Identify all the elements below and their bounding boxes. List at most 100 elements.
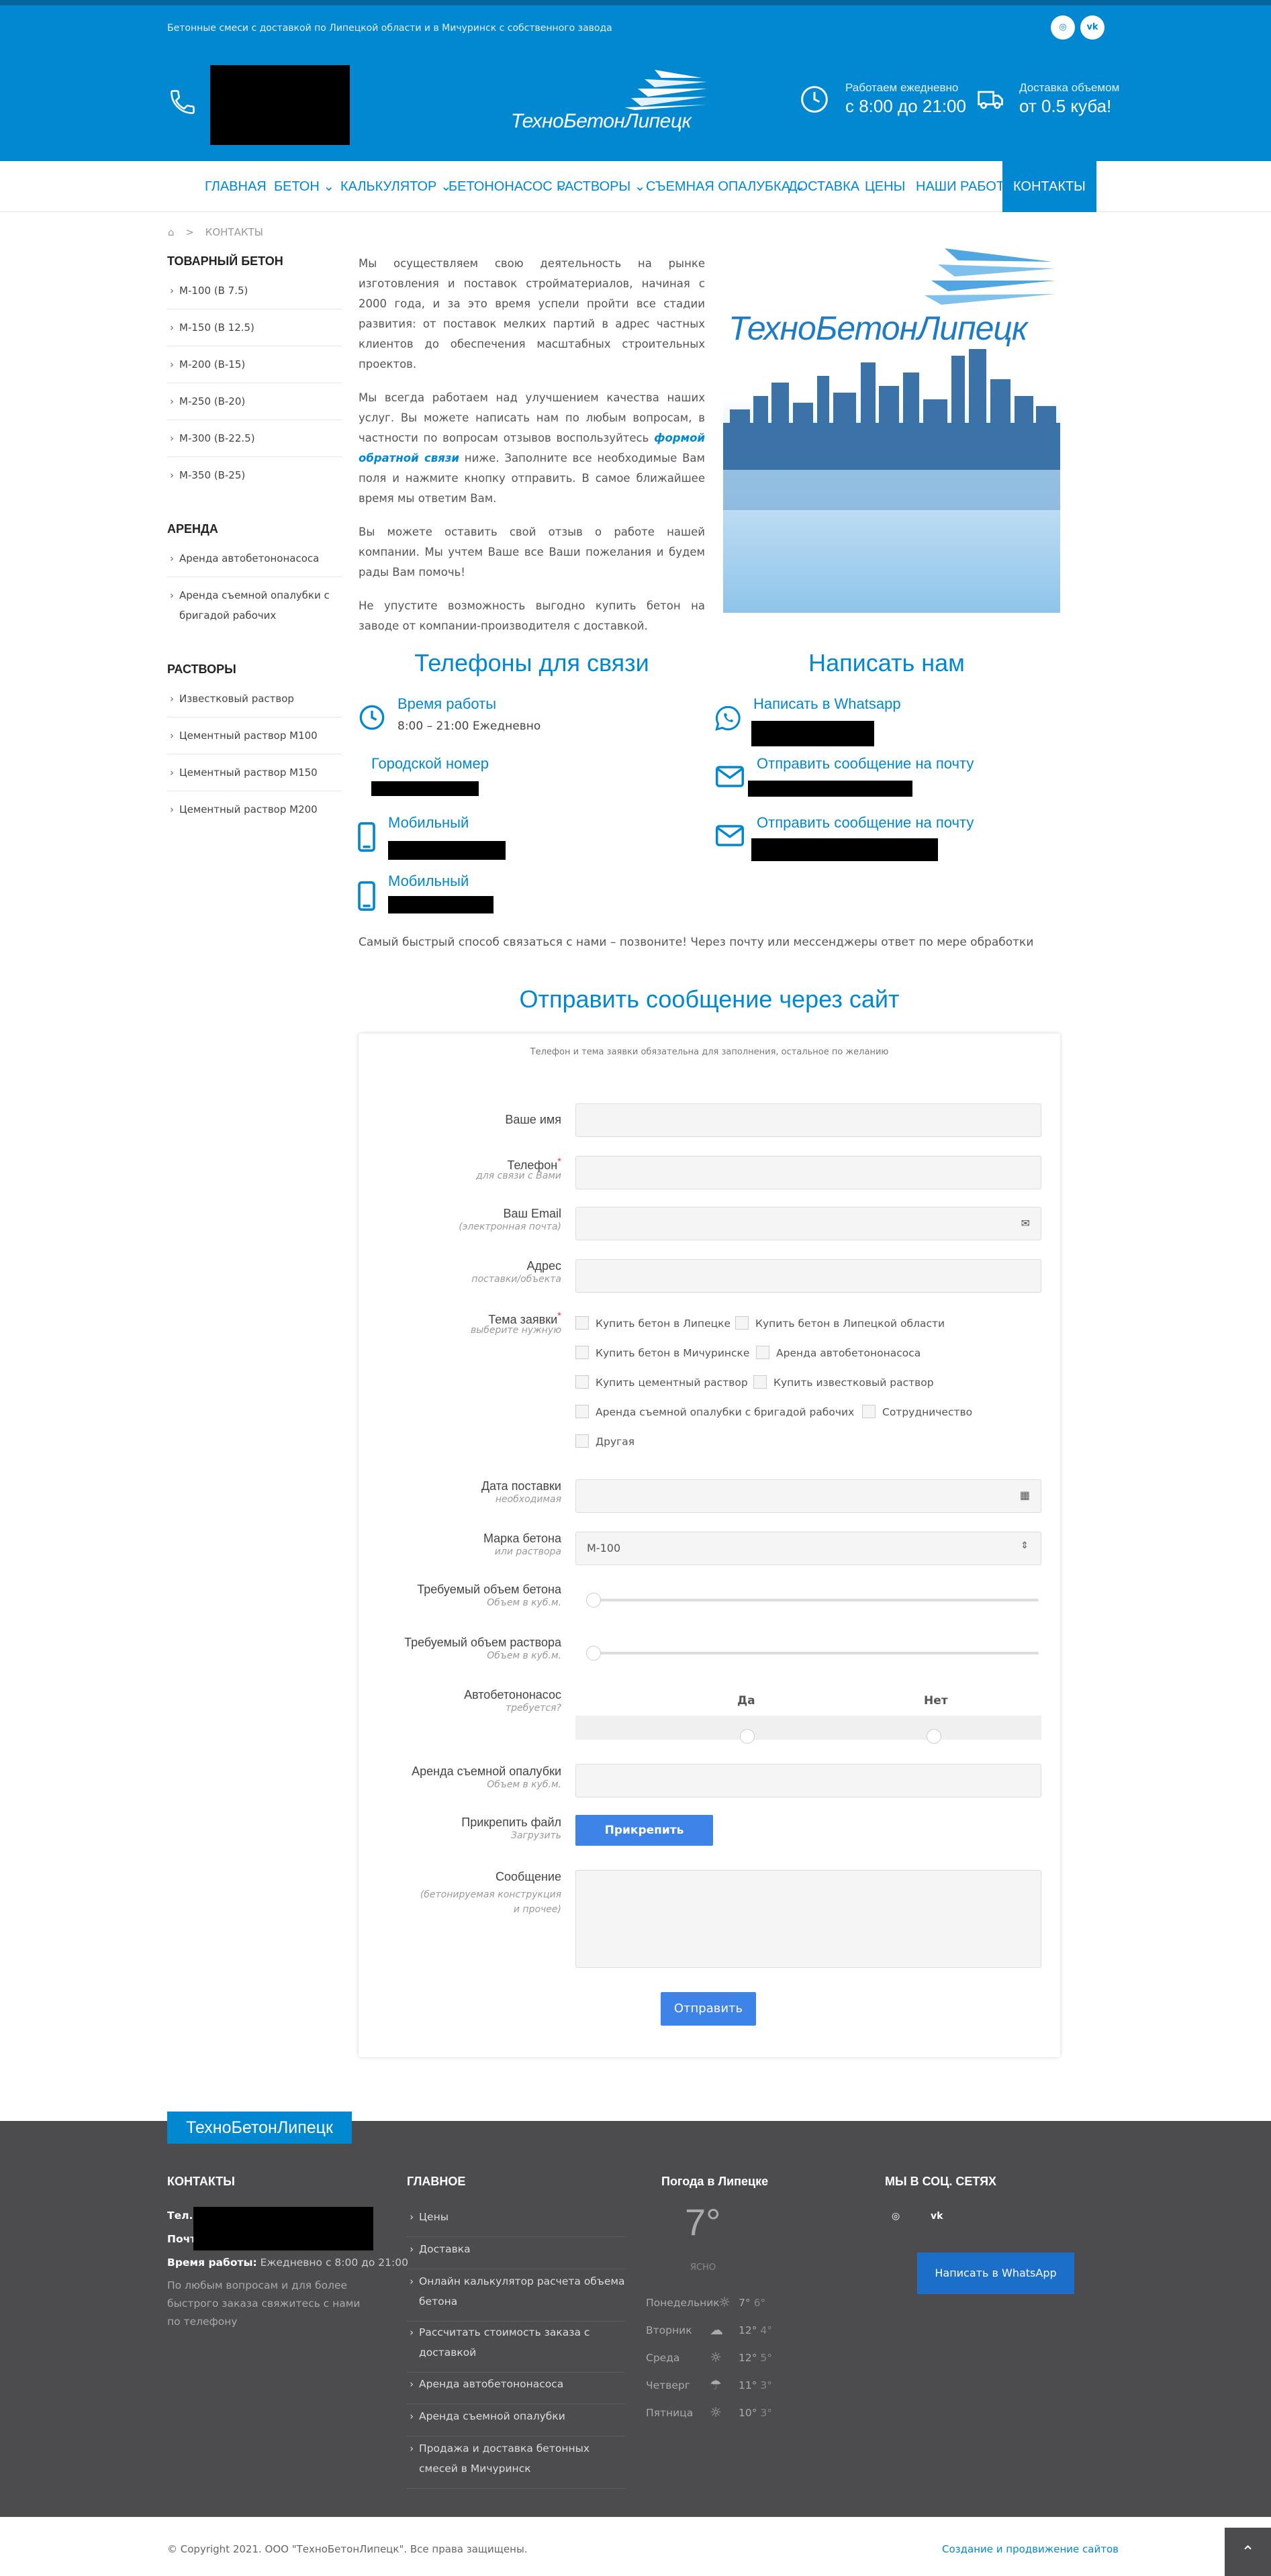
attach-file-button[interactable]: Прикрепить <box>575 1815 713 1846</box>
footer-link[interactable]: Аренда автобетононасоса <box>407 2367 625 2404</box>
topic-checkbox[interactable]: Купить известковый раствор <box>753 1375 934 1389</box>
topic-checkbox[interactable]: Купить цементный раствор <box>575 1375 748 1389</box>
contact-form: Телефон и тема заявки обязательна для за… <box>359 1034 1060 2057</box>
footer-link[interactable]: Рассчитать стоимость заказа с доставкой <box>407 2316 625 2373</box>
instagram-icon[interactable]: ◎ <box>892 2211 900 2222</box>
rain-icon: ☂ <box>710 2377 722 2393</box>
vol-mortar-sublabel: Объем в куб.м. <box>487 1650 561 1661</box>
footer-link[interactable]: Цены <box>407 2200 625 2237</box>
chevron-down-icon: ⌄ <box>634 179 646 194</box>
instagram-icon[interactable]: ◎ <box>1051 15 1075 40</box>
footer-tel-label: Тел.: <box>167 2210 197 2222</box>
delivery-value: от 0.5 куба! <box>1019 96 1112 116</box>
mail-link[interactable]: Отправить сообщение на почту <box>757 755 974 773</box>
skyline-illustration <box>723 248 1060 510</box>
nav-prices[interactable]: ЦЕНЫ <box>865 161 905 212</box>
file-label: Прикрепить файл <box>461 1816 561 1829</box>
developer-link[interactable]: Создание и продвижение сайтов <box>942 2543 1119 2555</box>
date-input[interactable]: ▦ <box>575 1479 1041 1513</box>
sidebar-item[interactable]: Известковый раствор <box>167 681 342 717</box>
mobile-icon <box>358 881 375 911</box>
whatsapp-button[interactable]: Написать в WhatsApp <box>917 2252 1074 2294</box>
address-input[interactable] <box>575 1259 1041 1293</box>
mail-link[interactable]: Отправить сообщение на почту <box>757 814 974 832</box>
sidebar-title-rent: АРЕНДА <box>167 522 218 536</box>
sidebar-item[interactable]: М-200 (В-15) <box>167 346 342 383</box>
vol-concrete-slider[interactable] <box>586 1593 1039 1607</box>
redacted-footer-contacts <box>193 2207 373 2250</box>
scroll-top-button[interactable]: ⌃ <box>1225 2528 1271 2576</box>
file-sublabel: Загрузить <box>510 1830 561 1841</box>
nav-delivery[interactable]: ДОСТАВКА <box>788 161 859 212</box>
sidebar-item[interactable]: Цементный раствор М100 <box>167 717 342 754</box>
sidebar-item[interactable]: М-300 (В-22.5) <box>167 420 342 457</box>
sidebar-item[interactable]: Аренда съемной опалубки с бригадой рабоч… <box>167 577 342 634</box>
city-phone-label: Городской номер <box>371 755 489 772</box>
nav-pump[interactable]: БЕТОНОНАСОС ⌄ <box>449 161 567 212</box>
nav-mortars[interactable]: РАСТВОРЫ ⌄ <box>557 161 646 212</box>
redacted-mobile <box>388 841 506 860</box>
footer-logo[interactable]: ТехноБетонЛипецк <box>167 2112 352 2144</box>
whatsapp-link[interactable]: Написать в Whatsapp <box>753 695 901 713</box>
pump-no-label: Нет <box>924 1694 948 1707</box>
footer-link[interactable]: Аренда съемной опалубки <box>407 2399 625 2436</box>
topic-checkbox[interactable]: Купить бетон в Липецкой области <box>735 1316 945 1330</box>
sidebar: ТОВАРНЫЙ БЕТОН М-100 (В 7.5) М-150 (В 12… <box>167 248 342 828</box>
sidebar-item[interactable]: Цементный раствор М200 <box>167 791 342 828</box>
logo-icon <box>624 70 707 110</box>
nav-calculator[interactable]: КАЛЬКУЛЯТОР ⌄ <box>340 161 452 212</box>
weather-day: Понедельник <box>646 2297 720 2309</box>
work-time-value: 8:00 – 21:00 Ежедневно <box>397 720 541 733</box>
sun-icon: ☼ <box>710 2349 722 2365</box>
mobile-label: Мобильный <box>388 873 469 889</box>
sidebar-item[interactable]: М-350 (В-25) <box>167 457 342 493</box>
clock-icon <box>359 705 385 730</box>
submit-button[interactable]: Отправить <box>661 1992 756 2026</box>
name-input[interactable] <box>575 1103 1041 1137</box>
vk-icon[interactable]: vk <box>1080 15 1104 40</box>
topic-checkbox[interactable]: Купить бетон в Липецке <box>575 1316 731 1330</box>
grade-select[interactable]: М-100 ⇕ <box>575 1532 1041 1565</box>
topic-checkbox[interactable]: Аренда съемной опалубки с бригадой рабоч… <box>575 1405 854 1418</box>
weather-temp: 7° 6° <box>739 2297 766 2309</box>
sidebar-item[interactable]: М-100 (В 7.5) <box>167 273 342 309</box>
nav-concrete[interactable]: БЕТОН ⌄ <box>274 161 334 212</box>
topic-checkbox[interactable]: Аренда автобетононасоса <box>756 1346 921 1359</box>
topic-checkbox[interactable]: Купить бетон в Мичуринске <box>575 1346 749 1359</box>
nav-works[interactable]: НАШИ РАБОТЫ <box>916 161 1017 212</box>
nav-contacts[interactable]: КОНТАКТЫ <box>1002 161 1096 212</box>
message-textarea[interactable] <box>575 1870 1041 1968</box>
form-heading: Отправить сообщение через сайт <box>519 985 900 1013</box>
sidebar-item[interactable]: Аренда автобетононасоса <box>167 540 342 577</box>
phone-input[interactable] <box>575 1156 1041 1189</box>
pump-yes-radio[interactable] <box>740 1729 755 1744</box>
cloud-icon: ☁ <box>710 2322 723 2338</box>
slider-handle[interactable] <box>586 1646 601 1661</box>
footer-link[interactable]: Онлайн калькулятор расчета объема бетона <box>407 2265 625 2322</box>
select-arrows-icon: ⇕ <box>1021 1540 1029 1551</box>
nav-formwork[interactable]: СЪЕМНАЯ ОПАЛУБКА ⌄ <box>646 161 805 212</box>
company-image: ТехноБетонЛипецк <box>723 242 1060 613</box>
contact-note: Самый быстрый способ связаться с нами – … <box>359 936 1034 949</box>
email-input[interactable]: ✉ <box>575 1207 1041 1240</box>
vol-mortar-slider[interactable] <box>586 1646 1039 1661</box>
formwork-input[interactable] <box>575 1764 1041 1797</box>
bottom-bar: © Copyright 2021. ООО "ТехноБетонЛипецк"… <box>0 2517 1271 2576</box>
sidebar-item[interactable]: М-150 (В 12.5) <box>167 309 342 346</box>
clock-icon <box>801 86 828 113</box>
grade-label: Марка бетона <box>483 1532 561 1545</box>
slider-handle[interactable] <box>586 1593 601 1607</box>
formwork-sublabel: Объем в куб.м. <box>487 1779 561 1790</box>
pump-no-radio[interactable] <box>927 1729 941 1744</box>
topic-checkbox[interactable]: Сотрудничество <box>862 1405 972 1418</box>
sidebar-item[interactable]: Цементный раствор М150 <box>167 754 342 791</box>
vk-icon[interactable]: vk <box>931 2211 943 2222</box>
site-logo[interactable]: ТехноБетонЛипецк <box>493 68 708 136</box>
topic-checkbox[interactable]: Другая <box>575 1434 634 1448</box>
write-heading: Написать нам <box>808 649 965 677</box>
footer-link[interactable]: Продажа и доставка бетонных смесей в Мич… <box>407 2432 625 2489</box>
nav-home[interactable]: ГЛАВНАЯ <box>205 161 267 212</box>
sidebar-item[interactable]: М-250 (В-20) <box>167 383 342 420</box>
footer-link[interactable]: Доставка <box>407 2232 625 2269</box>
home-icon[interactable]: ⌂ <box>168 226 175 238</box>
